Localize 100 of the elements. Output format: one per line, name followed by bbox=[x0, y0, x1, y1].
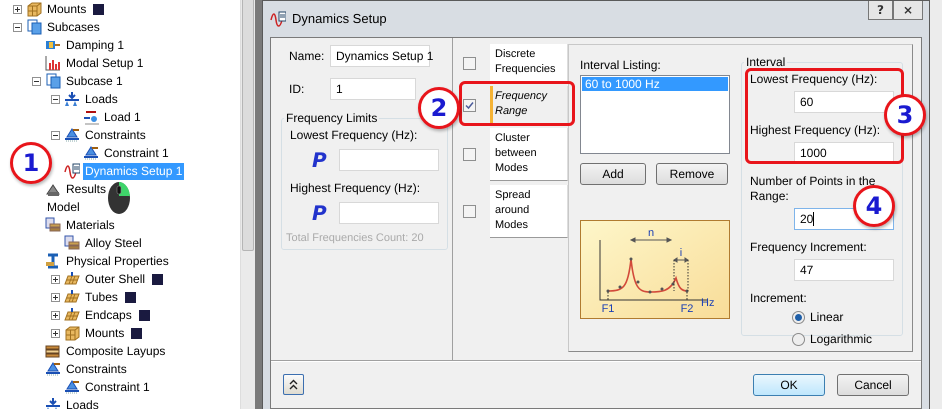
tree-item[interactable]: Loads bbox=[83, 90, 120, 108]
remove-button[interactable]: Remove bbox=[656, 163, 728, 185]
load-icon bbox=[45, 397, 61, 409]
tree-item[interactable]: Modal Setup 1 bbox=[64, 54, 146, 72]
expand-icon[interactable] bbox=[13, 4, 22, 14]
tree-item[interactable]: Tubes bbox=[83, 288, 120, 306]
diagram-label: n bbox=[648, 227, 654, 239]
diagram-label: i bbox=[680, 247, 682, 259]
tree-item[interactable]: Constraint 1 bbox=[83, 378, 152, 396]
support-icon bbox=[64, 127, 80, 143]
radio-button[interactable] bbox=[792, 332, 805, 346]
text-cursor bbox=[813, 212, 814, 226]
radio-label[interactable]: Linear bbox=[810, 310, 844, 324]
diagram-label: Hz bbox=[701, 297, 714, 309]
tree-item[interactable]: Load 1 bbox=[102, 108, 143, 126]
field-label: Lowest Frequency (Hz): bbox=[750, 72, 878, 87]
cube-icon bbox=[64, 325, 80, 341]
tab[interactable]: Cluster between Modes bbox=[490, 128, 568, 181]
cancel-button[interactable]: Cancel bbox=[837, 374, 909, 396]
count-text: Total Frequencies Count: 20 bbox=[286, 232, 425, 244]
material-stack-icon bbox=[64, 235, 80, 251]
tree-item[interactable]: Results bbox=[64, 180, 108, 198]
tree-item[interactable]: Subcases bbox=[45, 18, 102, 36]
diagram-label: F1 bbox=[602, 303, 614, 315]
help-button[interactable]: ? bbox=[868, 1, 893, 20]
field-label: Increment: bbox=[750, 291, 808, 306]
tree-item[interactable]: Constraint 1 bbox=[102, 144, 171, 162]
tree-item[interactable]: Endcaps bbox=[83, 306, 134, 324]
wave-document-icon bbox=[64, 163, 80, 179]
mesh-icon bbox=[64, 289, 80, 305]
parameter-icon[interactable]: P bbox=[312, 201, 339, 225]
field-label: Highest Frequency (Hz): bbox=[750, 123, 882, 138]
mesh-icon bbox=[64, 307, 80, 323]
tab[interactable]: Spread around Modes bbox=[490, 185, 568, 238]
load-icon bbox=[64, 91, 80, 107]
documents-icon bbox=[26, 19, 42, 35]
dimension-arrow bbox=[674, 257, 688, 292]
tree-item[interactable]: Loads bbox=[64, 396, 101, 409]
tree-item[interactable]: Outer Shell bbox=[83, 270, 148, 288]
parameter-icon[interactable]: P bbox=[312, 148, 339, 172]
material-stack-icon bbox=[45, 217, 61, 233]
group-title: Frequency Limits bbox=[285, 111, 378, 125]
double-chevron-icon bbox=[289, 379, 298, 390]
radio-button[interactable] bbox=[792, 310, 805, 324]
tree-item[interactable]: Constraints bbox=[64, 360, 129, 378]
diagram-label: F2 bbox=[680, 303, 694, 315]
input-field[interactable]: 1 bbox=[330, 78, 416, 100]
checkbox[interactable] bbox=[463, 56, 476, 70]
collapse-button[interactable] bbox=[283, 374, 304, 395]
collapse-icon[interactable] bbox=[13, 22, 22, 32]
field-label: Name: bbox=[289, 49, 326, 63]
add-button[interactable]: Add bbox=[580, 163, 646, 185]
input-field[interactable]: 60 bbox=[794, 91, 894, 113]
expand-icon[interactable] bbox=[51, 274, 60, 284]
wave-document-icon bbox=[270, 10, 286, 26]
beam-icon bbox=[45, 253, 61, 269]
mesh-icon bbox=[64, 271, 80, 287]
bar-chart-icon bbox=[45, 55, 61, 71]
group-title: Interval bbox=[745, 55, 786, 69]
ok-button[interactable]: OK bbox=[753, 374, 825, 396]
scrollbar-thumb[interactable] bbox=[242, 0, 254, 251]
input-field[interactable]: 47 bbox=[794, 259, 894, 281]
field-label: Frequency Increment: bbox=[750, 240, 868, 255]
field-label: ID: bbox=[289, 82, 306, 96]
tree-item[interactable]: Model bbox=[45, 198, 82, 216]
collapse-icon[interactable] bbox=[32, 76, 41, 86]
cube-icon bbox=[26, 1, 42, 17]
collapse-icon[interactable] bbox=[51, 94, 60, 104]
support-icon bbox=[45, 361, 61, 377]
support-icon bbox=[83, 145, 99, 161]
tab[interactable]: Frequency Range bbox=[490, 86, 568, 124]
tree-item[interactable]: Constraints bbox=[83, 126, 148, 144]
layers-icon bbox=[45, 343, 61, 359]
input-field[interactable] bbox=[339, 202, 439, 224]
force-arrow-icon bbox=[83, 109, 99, 125]
tree-item[interactable]: Subcase 1 bbox=[64, 72, 125, 90]
tab[interactable]: Discrete Frequencies bbox=[490, 44, 568, 82]
close-button[interactable]: × bbox=[893, 1, 923, 20]
radio-label[interactable]: Logarithmic bbox=[810, 332, 872, 346]
checkbox[interactable] bbox=[463, 205, 476, 218]
documents-icon bbox=[45, 73, 61, 89]
dimension-arrow bbox=[630, 237, 672, 242]
tree-item[interactable]: Alloy Steel bbox=[83, 234, 144, 252]
mouse-drawing bbox=[108, 182, 130, 214]
tree-item[interactable]: Materials bbox=[64, 216, 117, 234]
expand-icon[interactable] bbox=[51, 310, 60, 320]
field-label: Interval Listing: bbox=[580, 58, 662, 73]
tree-item[interactable]: Mounts bbox=[45, 0, 88, 18]
window-title: Dynamics Setup bbox=[292, 11, 387, 26]
collapse-icon[interactable] bbox=[51, 130, 60, 140]
checkbox[interactable] bbox=[463, 148, 476, 161]
field-label: Highest Frequency (Hz): bbox=[290, 181, 422, 196]
expand-icon[interactable] bbox=[51, 292, 60, 302]
tree-item[interactable]: Physical Properties bbox=[64, 252, 171, 270]
checkbox[interactable] bbox=[463, 98, 476, 112]
expand-icon[interactable] bbox=[51, 328, 60, 338]
input-field[interactable] bbox=[339, 149, 439, 171]
tree-item[interactable]: Composite Layups bbox=[64, 342, 168, 360]
tree-item[interactable]: Mounts bbox=[83, 324, 126, 342]
tree-item[interactable]: Damping 1 bbox=[64, 36, 126, 54]
